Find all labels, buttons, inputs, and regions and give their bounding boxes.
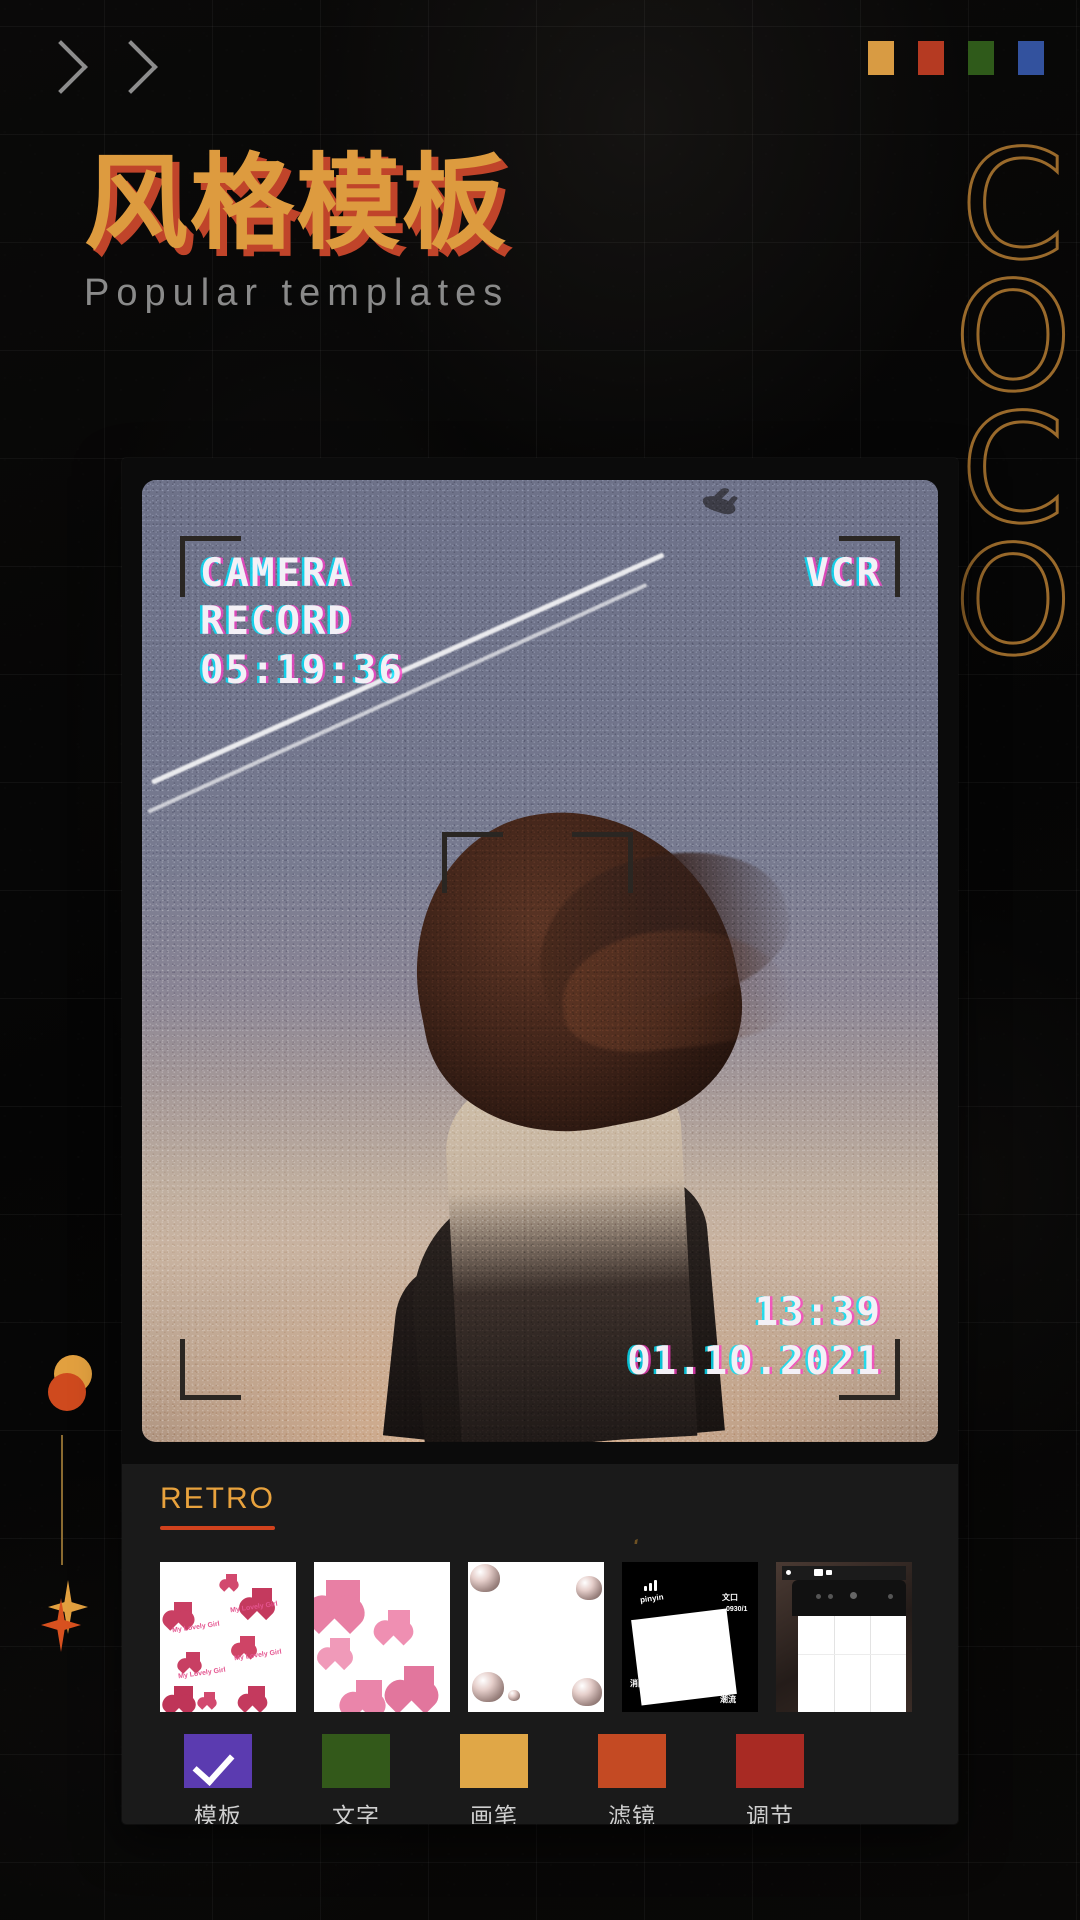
swatch-red[interactable] [918, 41, 944, 75]
thumbnail-phone-screen[interactable] [776, 1562, 912, 1712]
thumbnail-phone-black[interactable]: pinyin 文口 0930/1 消防 潮流 [622, 1562, 758, 1712]
swatch-green[interactable] [968, 41, 994, 75]
overlay-line-record: RECORD [200, 599, 353, 645]
toolbar-label: 滤镜 [608, 1803, 656, 1824]
toolbar-item-filter[interactable]: 滤镜 [564, 1734, 700, 1824]
editor-preview-card: CAMERA RECORD 05:19:36 VCR 13:39 01.10.2… [122, 458, 958, 1824]
template-swatch [184, 1734, 252, 1788]
top-bar [0, 0, 1080, 110]
filter-swatch [598, 1734, 666, 1788]
overlay-datetime: 13:39 01.10.2021 [627, 1289, 882, 1386]
toolbar-item-template[interactable]: 模板 [150, 1734, 286, 1824]
thumbnail-hearts-3d[interactable] [314, 1562, 450, 1712]
overlay-camera-status: CAMERA RECORD 05:19:36 [200, 550, 404, 695]
toolbar-label: 模板 [194, 1803, 242, 1824]
thumbnail-caption: pinyin [639, 1592, 665, 1605]
brush-swatch [460, 1734, 528, 1788]
toolbar-label: 调节 [746, 1803, 794, 1824]
ornament-sparkles [36, 1580, 98, 1654]
page-subtitle: Popular templates [84, 272, 510, 314]
ornament-circles [44, 1355, 104, 1415]
focus-bracket-icon [442, 832, 503, 893]
toolbar-item-brush[interactable]: 画笔 [426, 1734, 562, 1824]
editor-toolbar: 模板 文字 画笔 滤镜 调节 [122, 1726, 958, 1824]
overlay-vcr-label: VCR [805, 551, 882, 596]
thumbnail-hearts-pink[interactable]: My Lovely Girl My Lovely Girl My Lovely … [160, 1562, 296, 1712]
color-swatch-row [868, 41, 1044, 75]
photo-preview[interactable]: CAMERA RECORD 05:19:36 VCR 13:39 01.10.2… [142, 480, 938, 1442]
overlay-line-time: 13:39 [754, 1290, 882, 1336]
tab-retro[interactable]: RETRO [160, 1482, 275, 1530]
tab-active-underline [160, 1526, 275, 1530]
overlay-line-timecode: 05:19:36 [200, 647, 404, 693]
ornament-vertical-line [61, 1435, 63, 1565]
page-title: 风格模板 [84, 146, 509, 262]
chevron-right-icon[interactable] [34, 40, 88, 94]
swatch-blue[interactable] [1018, 41, 1044, 75]
swatch-amber[interactable] [868, 41, 894, 75]
adjust-swatch [736, 1734, 804, 1788]
overlay-line-camera: CAMERA [200, 551, 353, 596]
frame-corner-icon [180, 1339, 241, 1400]
toolbar-item-text[interactable]: 文字 [288, 1734, 424, 1824]
chevron-right-icon[interactable] [104, 40, 158, 94]
thumbnail-hearts-pearl[interactable] [468, 1562, 604, 1712]
text-swatch [322, 1734, 390, 1788]
template-tab-bar: RETRO COCO GALLERY [122, 1464, 958, 1626]
check-icon [192, 1743, 235, 1786]
focus-bracket-icon [572, 832, 633, 893]
toolbar-item-adjust[interactable]: 调节 [702, 1734, 838, 1824]
tab-label: RETRO [160, 1482, 275, 1515]
circle-orange-icon [48, 1373, 86, 1411]
toolbar-label: 文字 [332, 1803, 380, 1824]
template-thumbnail-strip: My Lovely Girl My Lovely Girl My Lovely … [122, 1544, 958, 1726]
toolbar-label: 画笔 [470, 1803, 518, 1824]
